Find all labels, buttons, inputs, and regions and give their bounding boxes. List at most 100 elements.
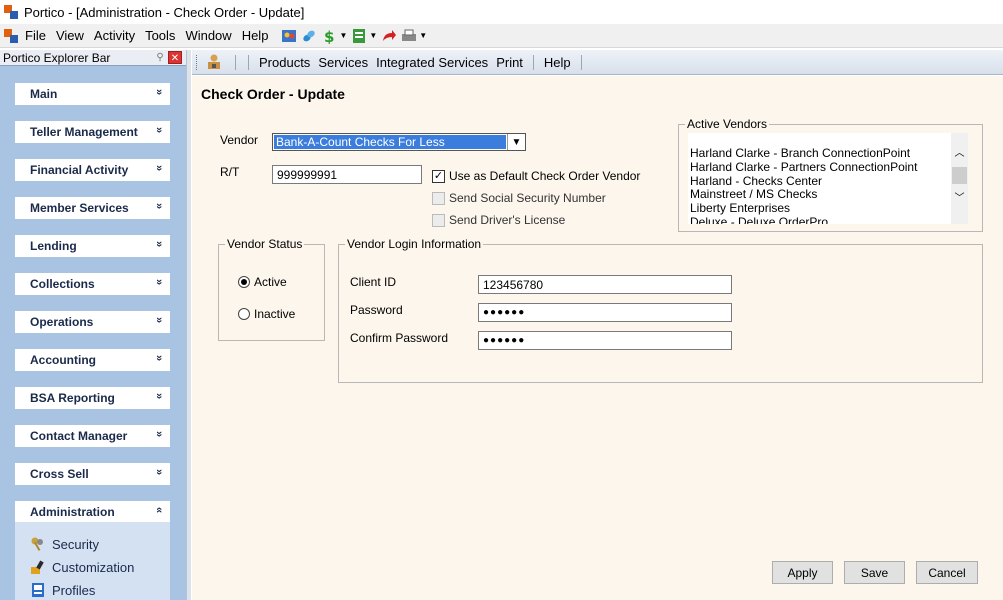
explorer-link-customization[interactable]: Customization	[30, 559, 134, 575]
explorer-group-lending[interactable]: Lending »	[15, 235, 170, 257]
group-label: Main	[30, 87, 58, 101]
print-dropdown-icon[interactable]: ▼	[419, 31, 427, 40]
list-item[interactable]: Harland Clarke - Branch ConnectionPoint	[690, 147, 950, 161]
svg-text:$: $	[324, 28, 334, 44]
chevron-down-icon: »	[152, 316, 165, 324]
list-item[interactable]: Deluxe - Deluxe OrderPro	[690, 215, 950, 224]
keys-icon	[31, 537, 43, 551]
list-item[interactable]: Harland Clarke - Partners ConnectionPoin…	[690, 160, 950, 175]
portico-app-icon	[4, 5, 18, 19]
status-inactive-radio[interactable]: Inactive	[238, 307, 295, 321]
list-item[interactable]: Mainstreet / MS Checks	[690, 188, 950, 202]
explorer-group-operations[interactable]: Operations »	[15, 311, 170, 333]
vendor-status-group: Vendor Status	[218, 237, 325, 341]
rt-input[interactable]: 999999991	[272, 165, 422, 184]
group-label: Contact Manager	[30, 429, 128, 443]
explorer-group-contact-manager[interactable]: Contact Manager »	[15, 425, 170, 447]
report-icon[interactable]	[351, 28, 367, 44]
group-label: Cross Sell	[30, 467, 89, 481]
scroll-thumb[interactable]	[952, 167, 967, 184]
menu-help[interactable]: Help	[237, 28, 274, 43]
report-dropdown-icon[interactable]: ▼	[369, 31, 377, 40]
explorer-bar: Portico Explorer Bar ⚲ ✕ Main » Teller Ma…	[0, 50, 186, 600]
members-icon[interactable]	[281, 28, 297, 44]
explorer-splitter[interactable]	[186, 50, 191, 600]
explorer-link-security[interactable]: Security	[30, 536, 99, 552]
toolbar-separator	[580, 54, 582, 70]
money-icon[interactable]: $	[321, 28, 337, 44]
chevron-up-icon[interactable]: ︿	[951, 145, 968, 162]
redo-arrow-icon[interactable]	[381, 28, 397, 44]
menu-window[interactable]: Window	[180, 28, 236, 43]
chevron-down-icon: »	[152, 430, 165, 438]
vendors-scrollbar[interactable]: ︿ ﹀	[951, 133, 968, 224]
toolbar-help[interactable]: Help	[540, 55, 575, 70]
portico-menu-icon[interactable]	[4, 28, 18, 43]
client-id-input[interactable]: 123456780	[478, 275, 732, 294]
group-label: Lending	[30, 239, 77, 253]
menu-file[interactable]: File	[20, 28, 51, 43]
chevron-down-icon: »	[152, 468, 165, 476]
chevron-down-icon[interactable]: ▼	[507, 134, 525, 150]
explorer-group-administration[interactable]: Administration «	[15, 501, 170, 523]
chevron-down-icon: »	[152, 354, 165, 362]
explorer-group-collections[interactable]: Collections »	[15, 273, 170, 295]
chevron-down-icon: »	[152, 164, 165, 172]
menu-activity[interactable]: Activity	[89, 28, 140, 43]
client-id-label: Client ID	[350, 275, 397, 289]
link-label: Profiles	[52, 582, 96, 598]
list-item[interactable]: Liberty Enterprises	[690, 201, 950, 216]
group-label: Member Services	[30, 201, 129, 215]
user-lock-icon[interactable]	[205, 53, 223, 71]
explorer-group-accounting[interactable]: Accounting »	[15, 349, 170, 371]
toolbar-separator	[248, 54, 249, 70]
explorer-group-main[interactable]: Main »	[15, 83, 170, 105]
status-active-radio[interactable]: Active	[238, 275, 287, 289]
paint-icon	[31, 560, 44, 574]
toolbar-products[interactable]: Products	[255, 55, 314, 70]
chevron-down-icon[interactable]: ﹀	[951, 190, 968, 207]
close-icon[interactable]: ✕	[168, 51, 182, 64]
save-button[interactable]: Save	[844, 561, 905, 584]
link-icon[interactable]	[301, 28, 317, 44]
list-item[interactable]: Harland - Checks Center	[690, 174, 950, 189]
chevron-down-icon: »	[152, 278, 165, 286]
pin-icon[interactable]: ⚲	[154, 52, 166, 64]
print-icon[interactable]	[401, 28, 417, 44]
explorer-link-profiles[interactable]: Profiles	[30, 582, 95, 598]
vendor-label: Vendor	[220, 133, 259, 147]
vendor-select-value: Bank-A-Count Checks For Less	[274, 135, 506, 149]
explorer-bar-header: Portico Explorer Bar ⚲ ✕	[0, 50, 186, 66]
explorer-group-member-services[interactable]: Member Services »	[15, 197, 170, 219]
toolbar-integrated-services[interactable]: Integrated Services	[372, 55, 492, 70]
page-title: Check Order - Update	[201, 86, 345, 102]
explorer-bar-title: Portico Explorer Bar	[3, 50, 111, 65]
explorer-group-bsa-reporting[interactable]: BSA Reporting »	[15, 387, 170, 409]
explorer-group-financial-activity[interactable]: Financial Activity »	[15, 159, 170, 181]
radio-selected-icon	[238, 276, 250, 288]
checkbox-box	[432, 213, 445, 227]
toolbar-print[interactable]: Print	[492, 55, 527, 70]
active-vendors-list[interactable]: Harland Clarke - Branch ConnectionPoint …	[688, 133, 968, 224]
vendor-select[interactable]: Bank-A-Count Checks For Less ▼	[272, 133, 526, 151]
chevron-down-icon: »	[152, 126, 165, 134]
title-bar: Portico - [Administration - Check Order …	[0, 0, 1003, 24]
toolbar-services[interactable]: Services	[314, 55, 372, 70]
apply-button[interactable]: Apply	[772, 561, 833, 584]
cancel-button[interactable]: Cancel	[916, 561, 978, 584]
default-vendor-checkbox[interactable]: ✓ Use as Default Check Order Vendor	[432, 169, 640, 183]
status-active-label: Active	[254, 275, 287, 289]
menu-tools[interactable]: Tools	[140, 28, 180, 43]
explorer-group-cross-sell[interactable]: Cross Sell »	[15, 463, 170, 485]
toolbar-grip[interactable]	[196, 54, 199, 70]
explorer-group-teller-management[interactable]: Teller Management »	[15, 121, 170, 143]
money-dropdown-icon[interactable]: ▼	[339, 31, 347, 40]
password-input[interactable]: ●●●●●●	[478, 303, 732, 322]
content-toolbar: Products Services Integrated Services Pr…	[192, 50, 1003, 75]
menu-view[interactable]: View	[51, 28, 89, 43]
vendor-status-label: Vendor Status	[225, 237, 305, 251]
send-dl-checkbox[interactable]: Send Driver's License	[432, 213, 565, 227]
toolbar-separator	[235, 54, 236, 70]
send-ssn-checkbox[interactable]: Send Social Security Number	[432, 191, 606, 205]
confirm-password-input[interactable]: ●●●●●●	[478, 331, 732, 350]
